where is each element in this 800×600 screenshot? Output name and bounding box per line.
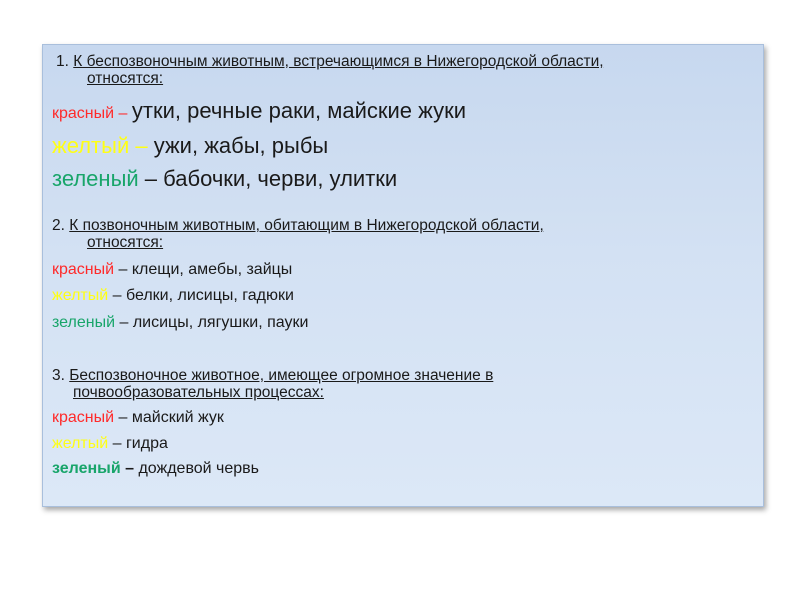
answer-2-red-color: красный (52, 261, 115, 278)
answer-1-green-dash: – (138, 166, 164, 191)
answer-1-yellow[interactable]: желтый – ужи, жабы, рыбы (52, 133, 328, 159)
answer-2-yellow-color: желтый (52, 287, 109, 304)
answer-2-yellow[interactable]: желтый – белки, лисицы, гадюки (52, 287, 294, 305)
answer-3-yellow-color: желтый (52, 435, 109, 452)
question-1-text: К беспозвоночным животным, встречающимся… (73, 53, 604, 70)
answer-1-yellow-dash: – (129, 133, 154, 158)
answer-1-red-dash: – (114, 105, 132, 122)
answer-2-green-dash: – (115, 314, 133, 331)
answer-3-green-text: дождевой червь (138, 460, 260, 477)
answer-3-red[interactable]: красный – майский жук (52, 409, 224, 427)
question-2-continuation: относятся: (87, 234, 164, 251)
question-2: 2. К позвоночным животным, обитающим в Н… (52, 217, 544, 251)
question-2-text: К позвоночным животным, обитающим в Ниже… (69, 217, 544, 234)
answer-1-yellow-text: ужи, жабы, рыбы (153, 133, 329, 158)
answer-1-red-color: красный (52, 105, 115, 122)
answer-1-green-text: бабочки, черви, улитки (163, 166, 398, 191)
answer-1-green-color: зеленый (52, 166, 139, 191)
answer-3-green-dash: – (120, 460, 139, 477)
question-3-continuation: почвообразовательных процессах: (73, 384, 324, 401)
quiz-panel: 1. К беспозвоночным животным, встречающи… (42, 44, 764, 507)
answer-3-yellow-text: гидра (125, 435, 168, 452)
answer-3-red-color: красный (52, 409, 115, 426)
answer-2-yellow-text: белки, лисицы, гадюки (125, 287, 294, 304)
question-1: 1. К беспозвоночным животным, встречающи… (56, 53, 604, 87)
answer-3-green[interactable]: зеленый – дождевой червь (52, 460, 259, 478)
answer-2-green-color: зеленый (52, 314, 116, 331)
answer-1-yellow-color: желтый (52, 133, 130, 158)
answer-2-green-text: лисицы, лягушки, пауки (132, 314, 309, 331)
answer-3-yellow-dash: – (108, 435, 126, 452)
answer-1-red[interactable]: красный – утки, речные раки, майские жук… (52, 98, 466, 124)
answer-2-red-text: клещи, амебы, зайцы (131, 261, 293, 278)
answer-3-red-text: майский жук (131, 409, 224, 426)
question-1-continuation: относятся: (87, 70, 164, 87)
question-2-number: 2. (52, 217, 65, 234)
answer-2-green[interactable]: зеленый – лисицы, лягушки, пауки (52, 314, 308, 332)
answer-2-red[interactable]: красный – клещи, амебы, зайцы (52, 261, 292, 279)
answer-1-green[interactable]: зеленый – бабочки, черви, улитки (52, 166, 397, 192)
question-3-text: Беспозвоночное животное, имеющее огромно… (69, 367, 494, 384)
question-3: 3. Беспозвоночное животное, имеющее огро… (52, 367, 493, 401)
answer-3-yellow[interactable]: желтый – гидра (52, 435, 168, 453)
question-3-number: 3. (52, 367, 65, 384)
answer-3-green-color: зеленый (52, 460, 121, 477)
answer-2-yellow-dash: – (108, 287, 126, 304)
question-1-number: 1. (56, 53, 69, 70)
answer-3-red-dash: – (114, 409, 132, 426)
answer-2-red-dash: – (114, 261, 132, 278)
answer-1-red-text: утки, речные раки, майские жуки (131, 98, 466, 123)
